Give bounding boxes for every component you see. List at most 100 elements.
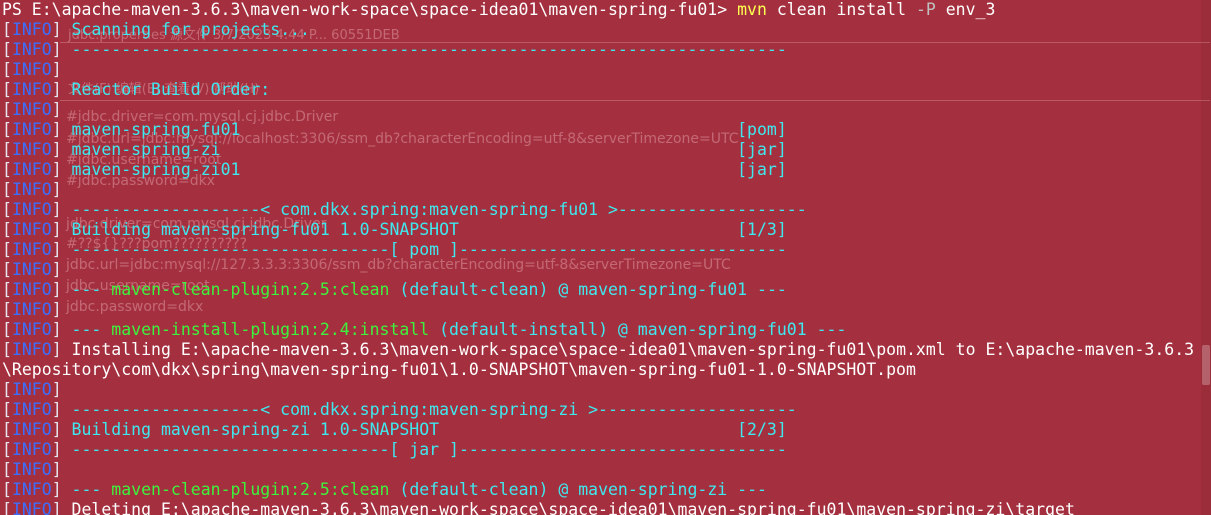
command-args: clean install <box>776 0 906 19</box>
log-line: [INFO] <box>2 300 1211 320</box>
log-text: -------------------< com.dkx.spring:mave… <box>61 400 797 419</box>
log-text-part: (default-clean) @ maven-spring-zi --- <box>389 480 767 499</box>
command-flag-value: env_3 <box>945 0 996 19</box>
log-text-part: --- <box>61 320 112 339</box>
info-tag: [INFO] <box>2 440 62 459</box>
info-bracket-open: [ <box>2 480 12 499</box>
info-tag: [INFO] <box>2 40 62 59</box>
scrollbar-thumb[interactable] <box>1202 345 1210 385</box>
info-level: INFO <box>11 80 52 99</box>
info-tag: [INFO] <box>2 280 62 299</box>
info-bracket-close: ] <box>51 220 62 239</box>
info-bracket-open: [ <box>2 200 12 219</box>
log-line: [INFO] maven-spring-zi01 [jar] <box>2 160 1211 180</box>
log-text: Reactor Build Order: <box>61 80 271 99</box>
log-line: [INFO] <box>2 380 1211 400</box>
info-bracket-close: ] <box>51 500 62 515</box>
info-bracket-close: ] <box>51 160 62 179</box>
info-bracket-open: [ <box>2 500 12 515</box>
info-tag: [INFO] <box>2 500 62 515</box>
info-bracket-close: ] <box>51 80 62 99</box>
info-level: INFO <box>11 140 52 159</box>
info-bracket-open: [ <box>2 40 12 59</box>
info-tag: [INFO] <box>2 480 62 499</box>
log-text-part: --- <box>61 280 112 299</box>
log-line: [INFO] <box>2 100 1211 120</box>
info-bracket-open: [ <box>2 300 12 319</box>
info-level: INFO <box>11 220 52 239</box>
info-tag: [INFO] <box>2 260 62 279</box>
info-bracket-open: [ <box>2 20 12 39</box>
info-bracket-close: ] <box>51 140 62 159</box>
info-bracket-close: ] <box>51 180 62 199</box>
info-bracket-open: [ <box>2 100 12 119</box>
info-level: INFO <box>11 40 52 59</box>
info-bracket-close: ] <box>51 380 62 399</box>
info-tag: [INFO] <box>2 140 62 159</box>
info-level: INFO <box>11 460 52 479</box>
info-level: INFO <box>11 180 52 199</box>
log-line: [INFO] --- maven-install-plugin:2.4:inst… <box>2 320 1211 340</box>
info-level: INFO <box>11 20 52 39</box>
info-tag: [INFO] <box>2 200 62 219</box>
info-tag: [INFO] <box>2 460 62 479</box>
info-tag: [INFO] <box>2 120 62 139</box>
info-bracket-close: ] <box>51 340 62 359</box>
info-bracket-close: ] <box>51 400 62 419</box>
log-line: [INFO] maven-spring-fu01 [pom] <box>2 120 1211 140</box>
info-level: INFO <box>11 420 52 439</box>
info-tag: [INFO] <box>2 100 62 119</box>
log-line: [INFO] --- maven-clean-plugin:2.5:clean … <box>2 280 1211 300</box>
info-level: INFO <box>11 60 52 79</box>
info-level: INFO <box>11 280 52 299</box>
info-bracket-close: ] <box>51 120 62 139</box>
log-text: Scanning for projects... <box>61 20 310 39</box>
log-line: [INFO] ---------------------------------… <box>2 40 1211 60</box>
log-text-part: (default-clean) @ maven-spring-fu01 --- <box>389 280 787 299</box>
log-text: --------------------------------[ pom ]-… <box>61 240 787 259</box>
terminal-window[interactable]: jdbc.properties 源文件 3/7/2023 4:44 P... 6… <box>0 0 1211 515</box>
info-bracket-open: [ <box>2 340 12 359</box>
info-bracket-open: [ <box>2 460 12 479</box>
log-line: [INFO] <box>2 60 1211 80</box>
info-bracket-close: ] <box>51 480 62 499</box>
log-line: [INFO] --------------------------------[… <box>2 240 1211 260</box>
log-line: [INFO] Reactor Build Order: <box>2 80 1211 100</box>
info-bracket-open: [ <box>2 280 12 299</box>
info-level: INFO <box>11 160 52 179</box>
info-level: INFO <box>11 320 52 339</box>
terminal-output[interactable]: PS E:\apache-maven-3.6.3\maven-work-spac… <box>0 0 1211 515</box>
log-line: [INFO] -------------------< com.dkx.spri… <box>2 400 1211 420</box>
info-level: INFO <box>11 240 52 259</box>
info-bracket-open: [ <box>2 240 12 259</box>
info-level: INFO <box>11 200 52 219</box>
log-line: [INFO] --- maven-clean-plugin:2.5:clean … <box>2 480 1211 500</box>
log-text: Installing E:\apache-maven-3.6.3\maven-w… <box>61 340 1195 359</box>
log-text: Building maven-spring-fu01 1.0-SNAPSHOT … <box>61 220 787 239</box>
log-text-part: (default-install) @ maven-spring-fu01 --… <box>429 320 847 339</box>
log-text-part: maven-clean-plugin:2.5:clean <box>111 480 390 499</box>
log-line: [INFO] Scanning for projects... <box>2 20 1211 40</box>
info-tag: [INFO] <box>2 80 62 99</box>
log-text: \Repository\com\dkx\spring\maven-spring-… <box>2 360 916 379</box>
info-level: INFO <box>11 300 52 319</box>
log-line: [INFO] --------------------------------[… <box>2 440 1211 460</box>
info-level: INFO <box>11 120 52 139</box>
info-bracket-open: [ <box>2 60 12 79</box>
log-text-part: maven-install-plugin:2.4:install <box>111 320 430 339</box>
info-bracket-close: ] <box>51 40 62 59</box>
log-line: [INFO] Building maven-spring-zi 1.0-SNAP… <box>2 420 1211 440</box>
log-line: [INFO] <box>2 260 1211 280</box>
info-bracket-close: ] <box>51 200 62 219</box>
log-text: Building maven-spring-zi 1.0-SNAPSHOT [2… <box>61 420 787 439</box>
info-bracket-open: [ <box>2 400 12 419</box>
info-level: INFO <box>11 260 52 279</box>
info-bracket-close: ] <box>51 280 62 299</box>
info-bracket-close: ] <box>51 260 62 279</box>
log-line: [INFO] -------------------< com.dkx.spri… <box>2 200 1211 220</box>
prompt-path: PS E:\apache-maven-3.6.3\maven-work-spac… <box>2 0 728 19</box>
log-text-part: --- <box>61 480 112 499</box>
log-line: [INFO] Installing E:\apache-maven-3.6.3\… <box>2 340 1211 360</box>
vertical-scrollbar[interactable] <box>1201 0 1211 515</box>
info-level: INFO <box>11 480 52 499</box>
